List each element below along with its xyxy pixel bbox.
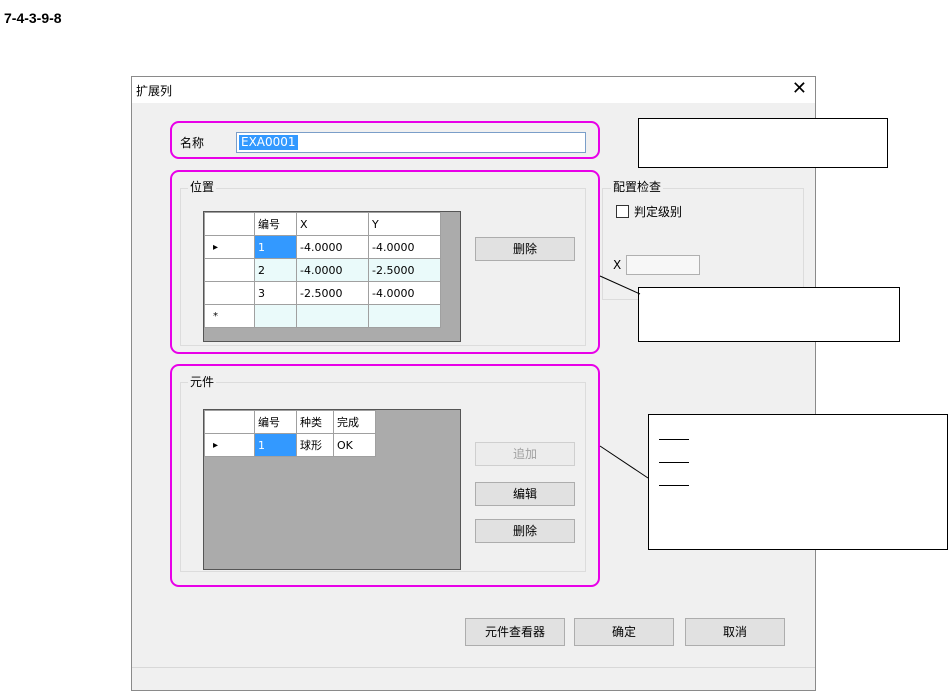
leader-lines <box>599 275 649 479</box>
element-leader-line <box>599 445 649 479</box>
position-leader-line <box>599 275 641 295</box>
